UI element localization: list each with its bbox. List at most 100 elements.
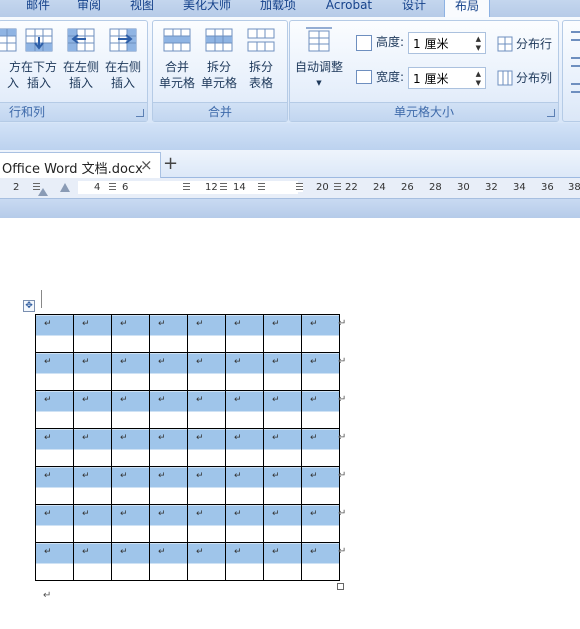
table-cell[interactable]: ↵	[35, 428, 74, 467]
table-cell[interactable]: ↵	[73, 428, 112, 467]
split-cells-button[interactable]: 拆分 单元格	[197, 25, 241, 99]
table-cell[interactable]: ↵	[111, 314, 150, 353]
table-cell[interactable]: ↵	[149, 352, 188, 391]
tab-acrobat[interactable]: Acrobat	[323, 0, 375, 17]
table-cell[interactable]: ↵	[73, 504, 112, 543]
document-page[interactable]: ✥ ↵ ↵ ↵ ↵ ↵ ↵ ↵ ↵ ↵ ↵ ↵ ↵ ↵ ↵ ↵ ↵ ↵ ↵ ↵ ↵ ↵ ↵ ↵ ↵ ↵ ↵ ↵ ↵ ↵ ↵ ↵ ↵ ↵ ↵ ↵ ↵ ↵ ↵…	[0, 218, 580, 629]
table-cell[interactable]: ↵	[149, 314, 188, 353]
column-marker-icon[interactable]	[183, 183, 190, 192]
table-cell[interactable]: ↵	[35, 314, 74, 353]
indent-marker-icon[interactable]	[38, 188, 48, 196]
table-cell[interactable]: ↵	[301, 542, 340, 581]
table-cell[interactable]: ↵	[301, 428, 340, 467]
table-cell[interactable]: ↵	[263, 504, 302, 543]
height-down-icon[interactable]: ▼	[476, 44, 481, 52]
table-cell[interactable]: ↵	[35, 466, 74, 505]
table-cell[interactable]: ↵	[111, 352, 150, 391]
width-down-icon[interactable]: ▼	[476, 79, 481, 87]
table-cell[interactable]: ↵	[225, 504, 264, 543]
tab-review[interactable]: 审阅	[75, 0, 103, 17]
column-marker-icon[interactable]	[220, 183, 227, 192]
insert-right-button[interactable]: 在右侧 插入	[101, 25, 145, 99]
table-cell[interactable]: ↵	[225, 542, 264, 581]
table-cell[interactable]: ↵	[187, 504, 226, 543]
table-cell[interactable]: ↵	[35, 504, 74, 543]
table-cell[interactable]: ↵	[263, 542, 302, 581]
align-middle-icon[interactable]	[571, 57, 580, 67]
indent-marker-icon[interactable]	[60, 183, 70, 192]
cell-end-mark: ↵	[44, 471, 52, 481]
table-resize-handle-icon[interactable]	[337, 583, 344, 590]
table-cell[interactable]: ↵	[263, 352, 302, 391]
table-cell[interactable]: ↵	[187, 466, 226, 505]
split-table-button[interactable]: 拆分 表格	[239, 25, 283, 99]
table-cell[interactable]: ↵	[187, 314, 226, 353]
new-tab-icon[interactable]: +	[163, 153, 178, 174]
table-cell[interactable]: ↵	[225, 466, 264, 505]
table-cell[interactable]: ↵	[187, 542, 226, 581]
tab-design[interactable]: 设计	[400, 0, 428, 17]
table-cell[interactable]: ↵	[187, 352, 226, 391]
table-cell[interactable]: ↵	[149, 504, 188, 543]
table-cell[interactable]: ↵	[225, 428, 264, 467]
column-marker-icon[interactable]	[258, 183, 265, 192]
table-cell[interactable]: ↵	[263, 314, 302, 353]
table-cell[interactable]: ↵	[301, 504, 340, 543]
height-up-icon[interactable]: ▲	[476, 35, 481, 43]
column-width-icon	[356, 70, 372, 84]
table-cell[interactable]: ↵	[149, 428, 188, 467]
table-cell[interactable]: ↵	[301, 390, 340, 429]
table-cell[interactable]: ↵	[263, 466, 302, 505]
column-marker-icon[interactable]	[296, 183, 303, 192]
table-cell[interactable]: ↵	[263, 428, 302, 467]
insert-below-button[interactable]: 在下方 插入	[17, 25, 61, 99]
table-cell[interactable]: ↵	[111, 428, 150, 467]
word-table[interactable]: ↵ ↵ ↵ ↵ ↵ ↵ ↵ ↵ ↵ ↵ ↵ ↵ ↵ ↵ ↵ ↵ ↵ ↵ ↵ ↵ ↵ ↵ ↵ ↵ ↵ ↵ ↵ ↵ ↵ ↵ ↵ ↵ ↵ ↵ ↵ ↵ ↵ ↵ ↵ ↵…	[35, 314, 340, 581]
table-cell[interactable]: ↵	[225, 314, 264, 353]
table-cell[interactable]: ↵	[35, 352, 74, 391]
table-cell[interactable]: ↵	[73, 390, 112, 429]
table-cell[interactable]: ↵	[225, 390, 264, 429]
table-cell[interactable]: ↵	[73, 314, 112, 353]
column-marker-icon[interactable]	[109, 183, 116, 192]
column-marker-icon[interactable]	[334, 183, 341, 192]
table-cell[interactable]: ↵	[35, 542, 74, 581]
cell-size-dialog-launcher-icon[interactable]	[547, 109, 555, 117]
table-cell[interactable]: ↵	[111, 504, 150, 543]
horizontal-ruler[interactable]: 2 4 6 12 14 20 22 24 26 28 30 32 34 36 3…	[0, 178, 580, 199]
document-tab[interactable]: Office Word 文档.docx ×	[0, 152, 161, 178]
table-cell[interactable]: ↵	[111, 466, 150, 505]
table-cell[interactable]: ↵	[149, 466, 188, 505]
width-up-icon[interactable]: ▲	[476, 70, 481, 78]
tab-beautify-master[interactable]: 美化大师	[181, 0, 233, 17]
table-cell[interactable]: ↵	[149, 390, 188, 429]
table-cell[interactable]: ↵	[73, 542, 112, 581]
rows-columns-dialog-launcher-icon[interactable]	[136, 109, 144, 117]
width-spinner[interactable]: 1 厘米 ▲ ▼	[408, 67, 486, 89]
table-cell[interactable]: ↵	[149, 542, 188, 581]
table-cell[interactable]: ↵	[35, 390, 74, 429]
table-cell[interactable]: ↵	[187, 390, 226, 429]
merge-cells-button[interactable]: 合并 单元格	[155, 25, 199, 99]
height-spinner[interactable]: 1 厘米 ▲ ▼	[408, 32, 486, 54]
table-cell[interactable]: ↵	[263, 390, 302, 429]
tab-view[interactable]: 视图	[128, 0, 156, 17]
tab-addins[interactable]: 加载项	[258, 0, 298, 17]
autofit-button[interactable]: 自动调整 ▼	[292, 25, 346, 99]
table-cell[interactable]: ↵	[301, 466, 340, 505]
align-top-icon[interactable]	[571, 31, 580, 41]
insert-left-button[interactable]: 在左侧 插入	[59, 25, 103, 99]
tab-mailings[interactable]: 邮件	[24, 0, 52, 17]
table-move-handle-icon[interactable]: ✥	[23, 300, 35, 312]
table-cell[interactable]: ↵	[73, 466, 112, 505]
table-cell[interactable]: ↵	[111, 390, 150, 429]
tab-layout[interactable]: 布局	[444, 0, 490, 17]
table-cell[interactable]: ↵	[111, 542, 150, 581]
table-cell[interactable]: ↵	[225, 352, 264, 391]
table-cell[interactable]: ↵	[301, 352, 340, 391]
table-cell[interactable]: ↵	[301, 314, 340, 353]
table-cell[interactable]: ↵	[187, 428, 226, 467]
close-tab-icon[interactable]: ×	[140, 156, 153, 174]
align-bottom-icon[interactable]	[571, 83, 580, 93]
table-cell[interactable]: ↵	[73, 352, 112, 391]
